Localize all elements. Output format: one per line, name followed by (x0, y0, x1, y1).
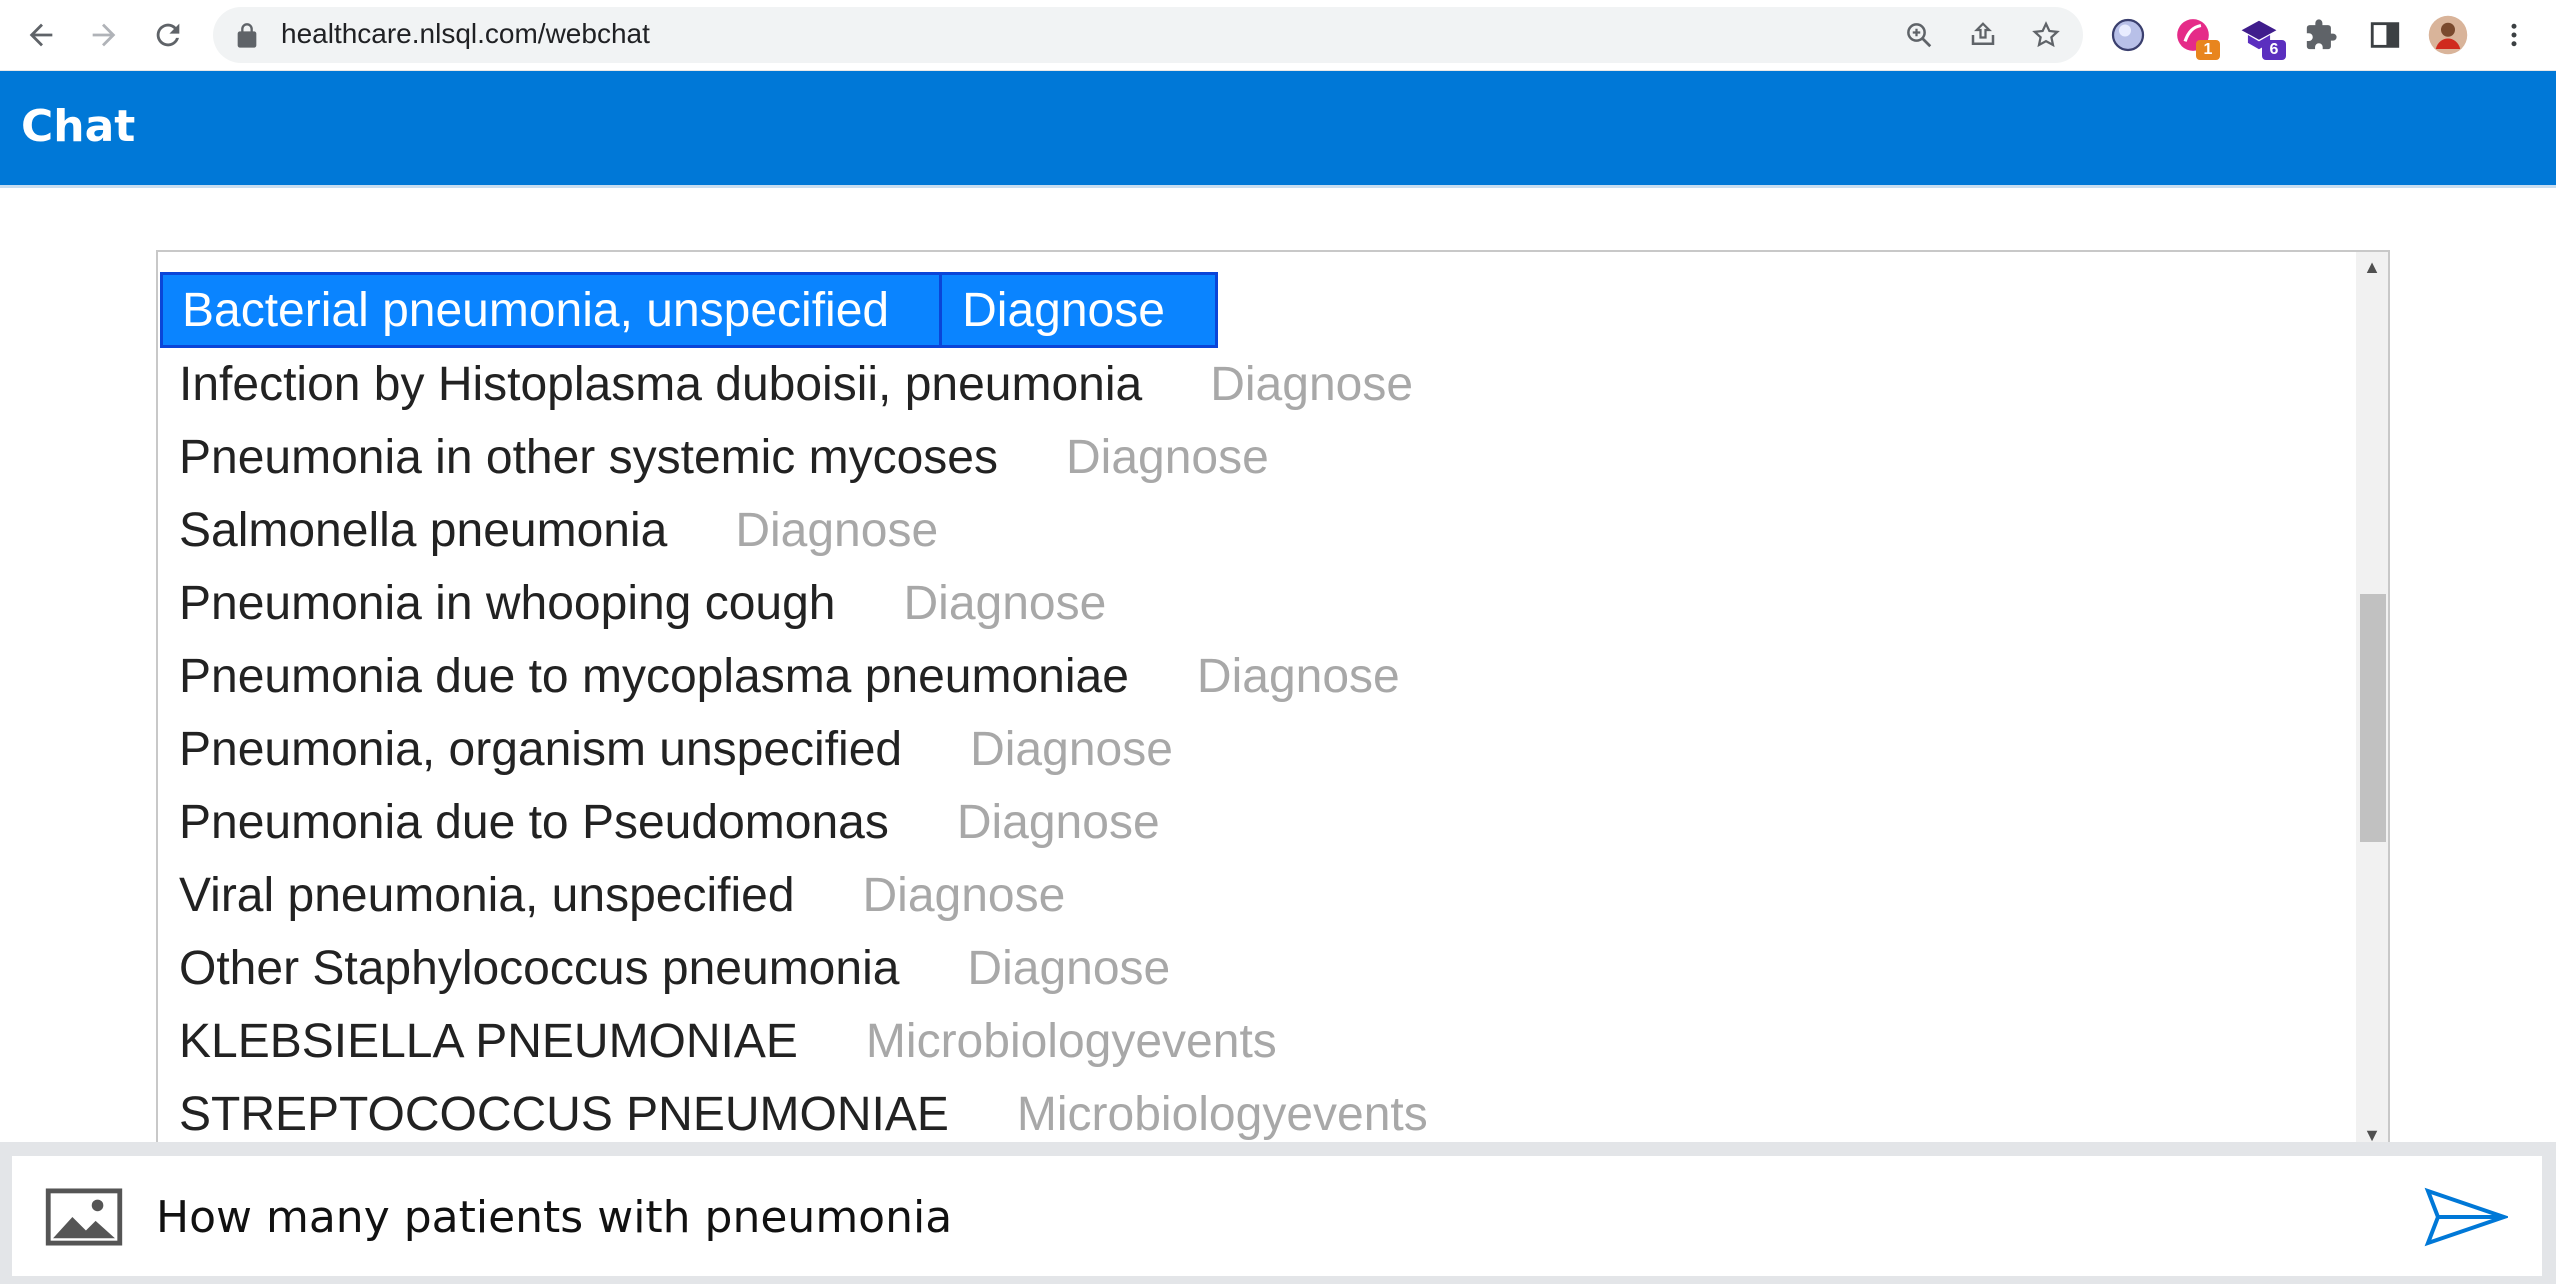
scrollbar-thumb[interactable] (2360, 594, 2386, 842)
list-item[interactable]: Bacterial pneumonia, unspecified Diagnos… (160, 272, 2358, 348)
list-item[interactable]: Pneumonia due to Pseudomonas Diagnose (158, 786, 2358, 859)
list-scrollbar[interactable]: ▲ ▼ (2356, 252, 2388, 1150)
list-item-action[interactable]: Diagnose (1197, 649, 1400, 704)
forward-icon[interactable] (79, 10, 129, 60)
circle-extension-icon[interactable] (2107, 14, 2149, 56)
cap-extension-badge: 6 (2262, 40, 2286, 60)
list-item-action[interactable]: Diagnose (735, 503, 938, 558)
list-item[interactable]: Other Staphylococcus pneumonia Diagnose (158, 932, 2358, 1005)
list-item-action[interactable]: Diagnose (970, 722, 1173, 777)
image-upload-icon[interactable] (44, 1188, 124, 1246)
list-item-name[interactable]: KLEBSIELLA PNEUMONIAE (158, 1014, 798, 1069)
list-item-name[interactable]: Pneumonia due to Pseudomonas (158, 795, 889, 850)
list-item[interactable]: Pneumonia, organism unspecified Diagnose (158, 713, 2358, 786)
puzzle-icon[interactable] (2300, 14, 2342, 56)
list-item-name[interactable]: Pneumonia due to mycoplasma pneumoniae (158, 649, 1129, 704)
list-item-action[interactable]: Microbiologyevents (1017, 1087, 1428, 1142)
list-item-name[interactable]: Bacterial pneumonia, unspecified (160, 272, 943, 348)
pen-extension-icon[interactable]: 1 (2172, 14, 2220, 60)
list-item-action[interactable]: Diagnose (1066, 430, 1269, 485)
list-item[interactable]: KLEBSIELLA PNEUMONIAE Microbiologyevents (158, 1005, 2358, 1078)
zoom-icon[interactable] (1901, 17, 1937, 53)
share-icon[interactable] (1965, 17, 2001, 53)
lock-icon (237, 23, 257, 48)
list-item-name[interactable]: Salmonella pneumonia (158, 503, 667, 558)
list-item-name[interactable]: Pneumonia in other systemic mycoses (158, 430, 998, 485)
suggestion-list-panel[interactable]: Bacterial pneumonia, unspecified Diagnos… (156, 250, 2390, 1152)
scroll-up-icon[interactable]: ▲ (2356, 252, 2388, 282)
send-icon[interactable] (2424, 1186, 2508, 1248)
address-bar[interactable]: healthcare.nlsql.com/webchat (213, 7, 2083, 63)
list-item-name[interactable]: STREPTOCOCCUS PNEUMONIAE (158, 1087, 949, 1142)
cap-extension-icon[interactable]: 6 (2238, 14, 2286, 60)
composer (12, 1156, 2542, 1276)
list-item-action[interactable]: Diagnose (903, 576, 1106, 631)
composer-area (0, 1142, 2556, 1284)
list-item[interactable]: Infection by Histoplasma duboisii, pneum… (158, 348, 2358, 421)
suggestion-list: Bacterial pneumonia, unspecified Diagnos… (158, 272, 2358, 1150)
list-item-action[interactable]: Microbiologyevents (866, 1014, 1277, 1069)
header-divider (0, 185, 2556, 188)
list-item-name[interactable]: Pneumonia in whooping cough (158, 576, 835, 631)
list-item[interactable]: STREPTOCOCCUS PNEUMONIAE Microbiologyeve… (158, 1078, 2358, 1150)
list-item-action[interactable]: Diagnose (957, 795, 1160, 850)
list-item[interactable]: Salmonella pneumonia Diagnose (158, 494, 2358, 567)
list-item[interactable]: Viral pneumonia, unspecified Diagnose (158, 859, 2358, 932)
url-text: healthcare.nlsql.com/webchat (281, 18, 650, 49)
page-title: Chat (21, 101, 136, 152)
list-item-action[interactable]: Diagnose (1210, 357, 1413, 412)
list-item-action[interactable]: Diagnose (939, 272, 1218, 348)
message-input[interactable] (154, 1176, 2378, 1258)
pen-extension-badge: 1 (2196, 40, 2220, 60)
list-item[interactable]: Pneumonia in whooping cough Diagnose (158, 567, 2358, 640)
list-item-name[interactable]: Other Staphylococcus pneumonia (158, 941, 899, 996)
app-header: Chat (0, 71, 2556, 185)
list-item-action[interactable]: Diagnose (863, 868, 1066, 923)
list-item[interactable]: Pneumonia due to mycoplasma pneumoniae D… (158, 640, 2358, 713)
reload-icon[interactable] (143, 10, 193, 60)
side-panel-icon[interactable] (2364, 14, 2406, 56)
list-item[interactable]: Pneumonia in other systemic mycoses Diag… (158, 421, 2358, 494)
list-item-action[interactable]: Diagnose (967, 941, 1170, 996)
back-icon[interactable] (16, 10, 66, 60)
list-item-name[interactable]: Pneumonia, organism unspecified (158, 722, 902, 777)
bookmark-star-icon[interactable] (2028, 17, 2064, 53)
browser-toolbar: healthcare.nlsql.com/webchat 1 6 (0, 0, 2556, 71)
browser-menu-icon[interactable] (2493, 14, 2535, 56)
list-item-name[interactable]: Infection by Histoplasma duboisii, pneum… (158, 357, 1142, 412)
profile-avatar[interactable] (2427, 14, 2469, 56)
list-item-name[interactable]: Viral pneumonia, unspecified (158, 868, 795, 923)
